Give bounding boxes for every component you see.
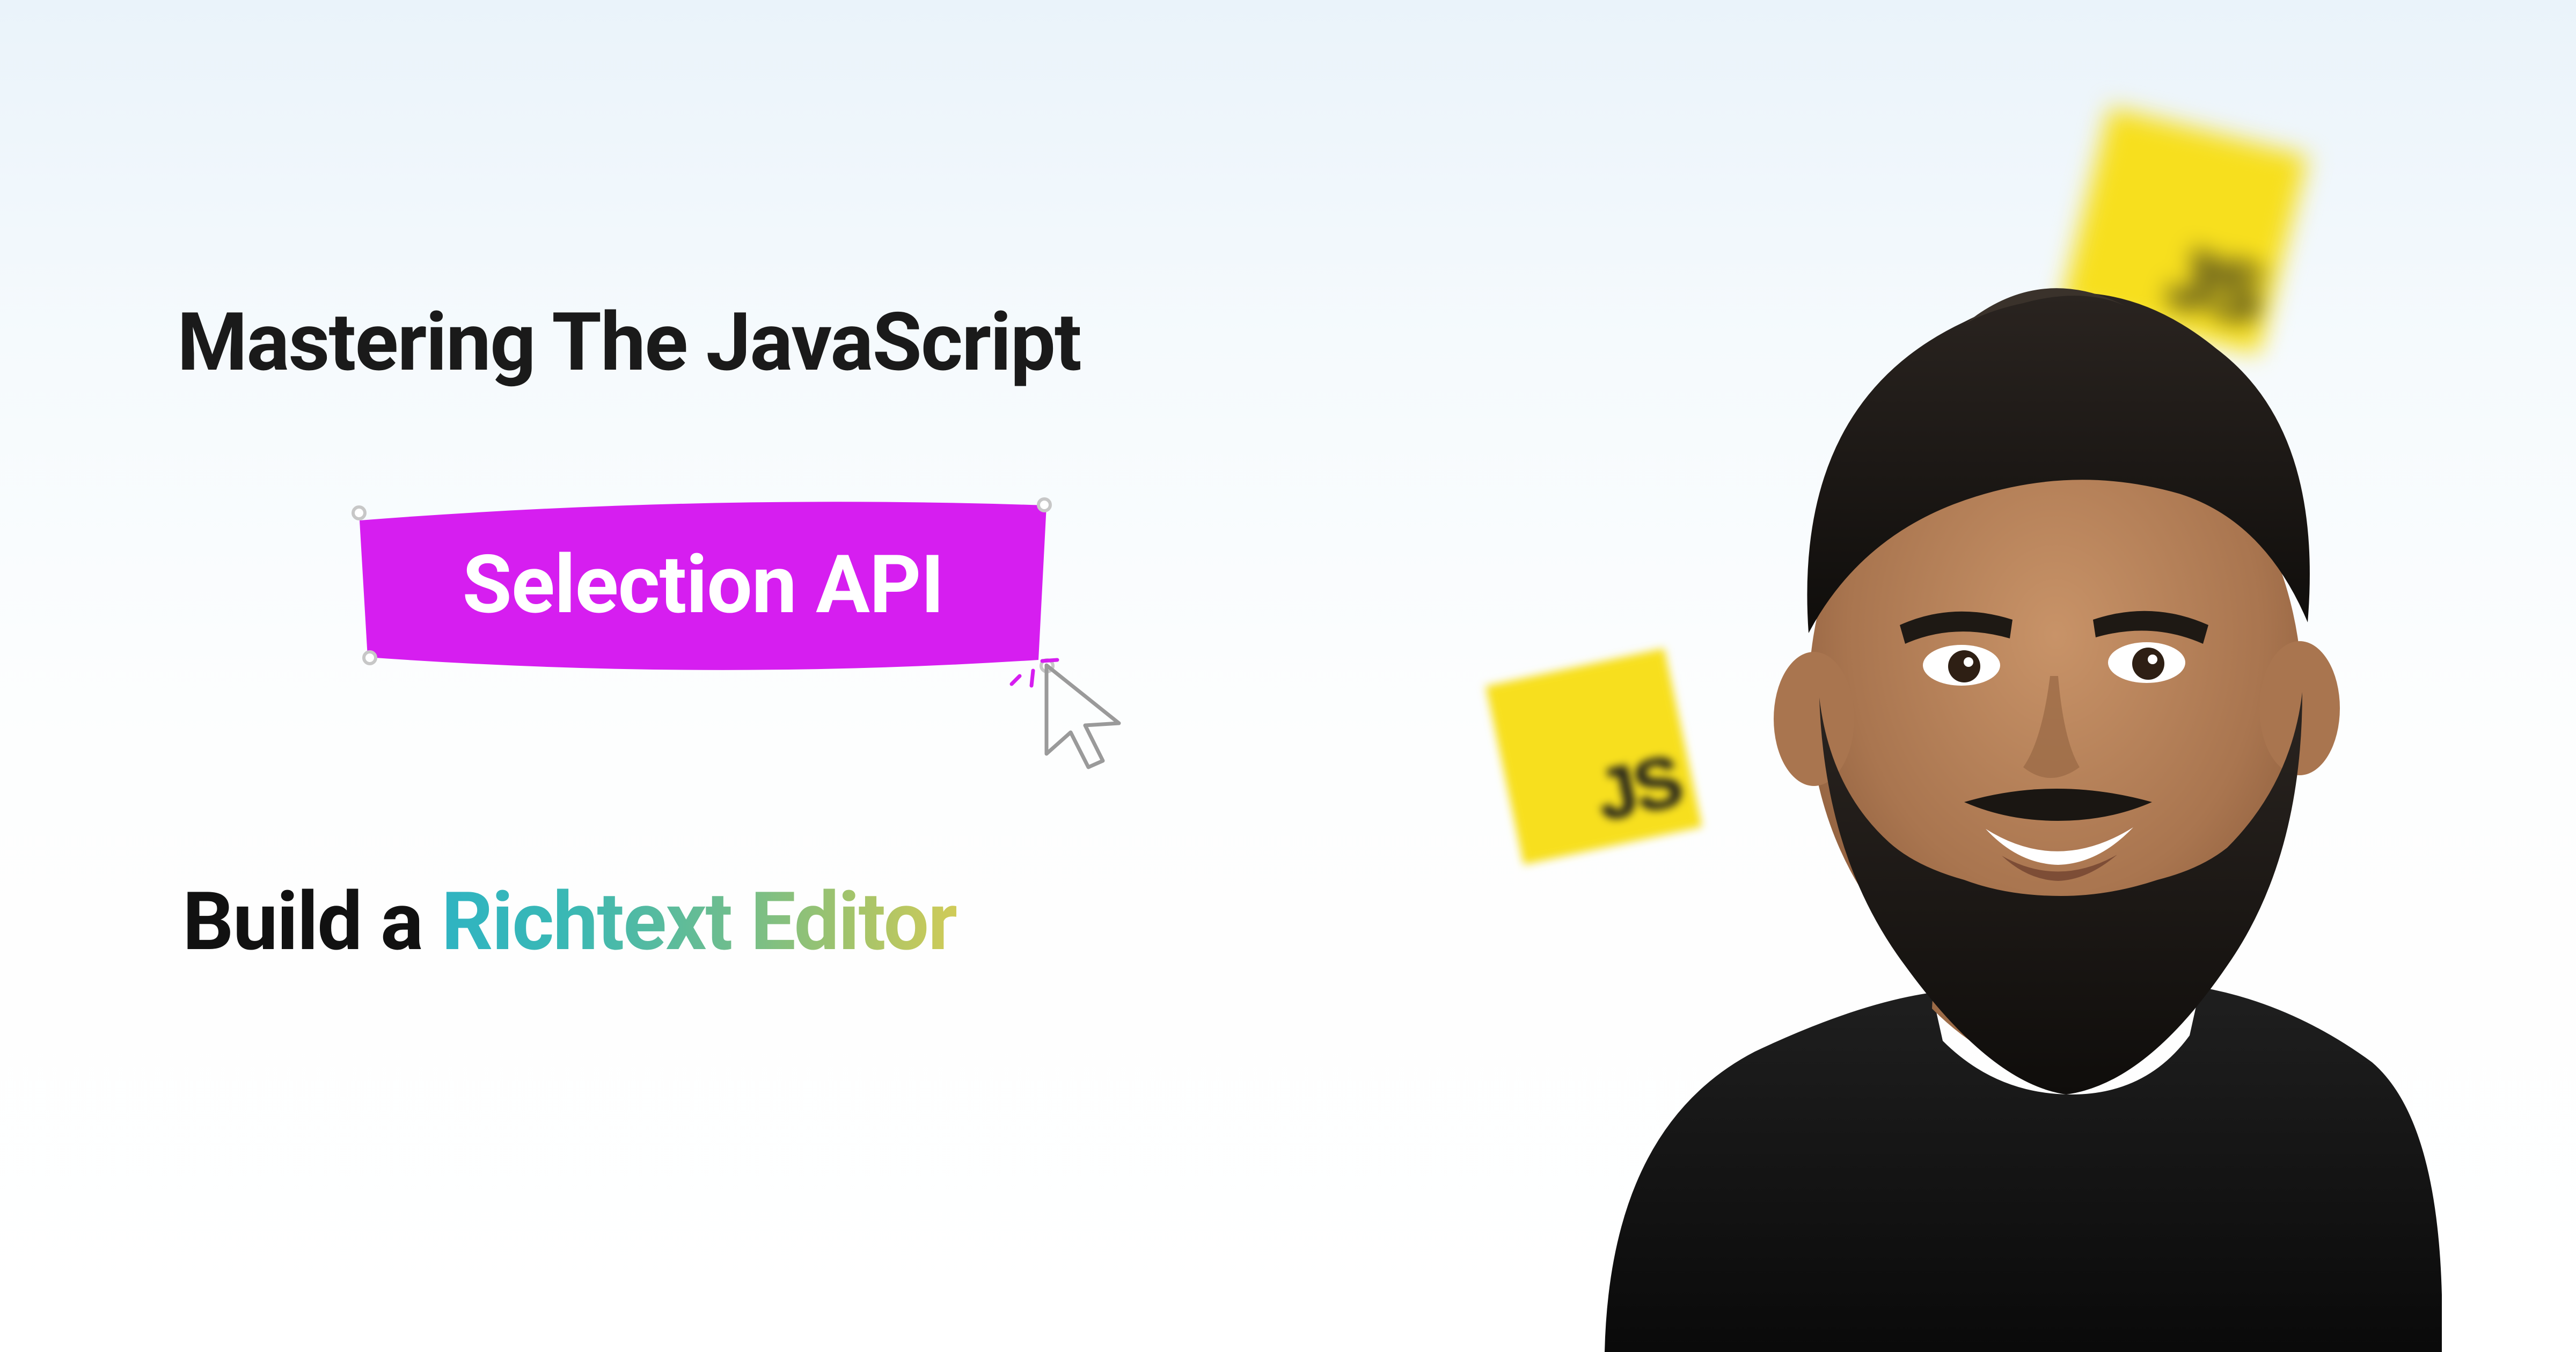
subtitle-highlight: Richtext Editor <box>441 875 956 969</box>
selection-handle-icon <box>1037 497 1052 512</box>
selection-handle-icon <box>362 650 377 665</box>
selection-badge: Selection API <box>354 499 1052 671</box>
selection-handle-icon <box>352 505 367 520</box>
subtitle: Build a Richtext Editor <box>182 875 956 969</box>
subtitle-prefix: Build a <box>182 875 441 969</box>
badge-label: Selection API <box>354 538 1052 632</box>
headline-line1: Mastering The JavaScript <box>177 295 1081 390</box>
headline-block: Mastering The JavaScript <box>177 295 1081 390</box>
presenter-photo <box>1556 172 2442 1352</box>
cursor-pointer-icon <box>1036 660 1143 783</box>
